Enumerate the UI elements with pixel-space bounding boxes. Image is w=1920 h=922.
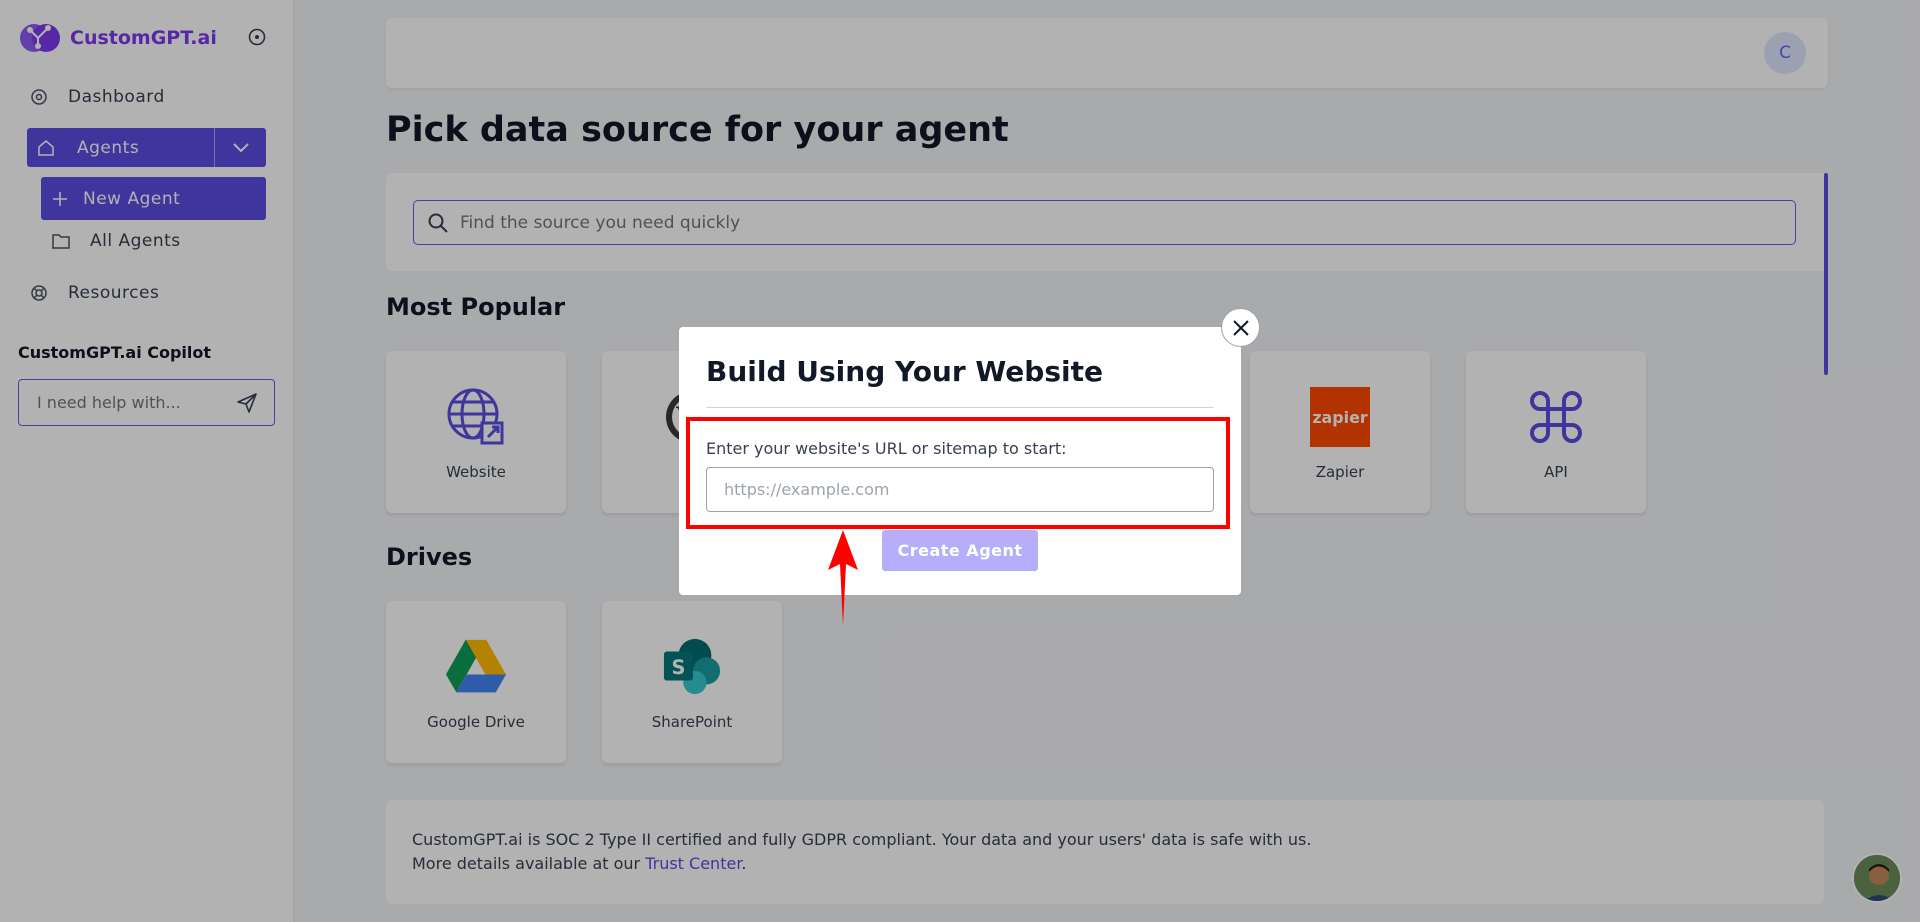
website-url-input[interactable] bbox=[706, 467, 1214, 512]
modal-title: Build Using Your Website bbox=[706, 355, 1103, 388]
close-icon bbox=[1232, 319, 1249, 336]
url-label: Enter your website's URL or sitemap to s… bbox=[706, 439, 1067, 458]
create-agent-button[interactable]: Create Agent bbox=[882, 530, 1038, 571]
modal-divider bbox=[706, 407, 1214, 408]
annotation-arrow-icon bbox=[828, 530, 858, 626]
build-website-modal: Build Using Your Website Enter your webs… bbox=[679, 308, 1260, 595]
close-button[interactable] bbox=[1221, 308, 1260, 347]
